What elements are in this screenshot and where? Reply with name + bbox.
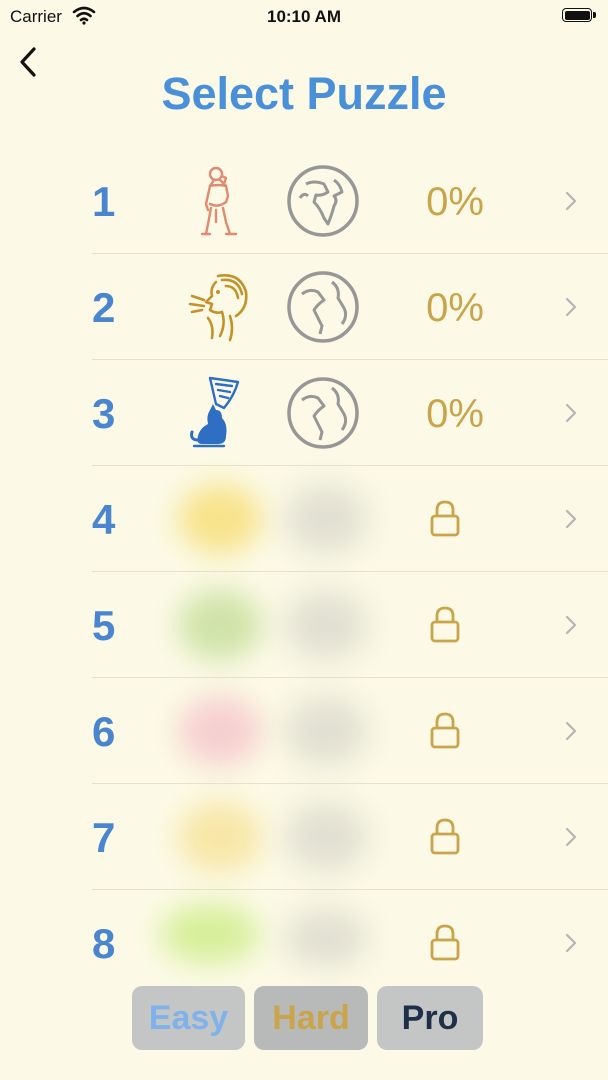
lock-icon [430,500,460,537]
puzzle-number: 6 [92,708,116,755]
blurred-globe-preview [284,908,368,968]
easy-button[interactable]: Easy [132,986,245,1050]
face-sketch-icon [188,274,248,342]
progress-label: 0% [426,392,484,436]
hard-button[interactable]: Hard [254,986,368,1050]
puzzle-number: 4 [92,496,116,543]
blurred-preview [178,484,262,554]
statue-icon [200,166,238,236]
sphinx-cat-icon [190,376,240,448]
blurred-preview [160,904,260,964]
difficulty-selector: Easy Hard Pro [0,986,608,1050]
chevron-right-icon [565,509,577,529]
puzzle-number: 2 [92,284,116,331]
puzzle-row-2[interactable]: 2 0% [0,254,608,360]
puzzle-row-4[interactable]: 4 [0,466,608,572]
page-title: Select Puzzle [161,68,447,119]
blurred-preview [178,696,262,766]
chevron-right-icon [565,721,577,741]
lock-icon [430,924,460,961]
chevron-right-icon [565,191,577,211]
pro-button[interactable]: Pro [377,986,483,1050]
puzzle-row-3[interactable]: 3 0% [0,360,608,466]
blurred-preview [178,802,262,872]
chevron-right-icon [565,933,577,953]
blurred-globe-preview [284,696,368,766]
puzzle-row-5[interactable]: 5 [0,572,608,678]
puzzle-row-7[interactable]: 7 [0,784,608,890]
blurred-globe-preview [284,484,368,554]
progress-label: 0% [426,180,484,224]
battery-icon [562,8,596,22]
globe-icon [287,271,359,343]
globe-icon [287,377,359,449]
blurred-globe-preview [284,802,368,872]
chevron-right-icon [565,403,577,423]
chevron-right-icon [565,615,577,635]
globe-icon [287,165,359,237]
puzzle-row-1[interactable]: 1 0% [0,148,608,254]
lock-icon [430,606,460,643]
puzzle-number: 7 [92,814,116,861]
chevron-right-icon [565,827,577,847]
chevron-right-icon [565,297,577,317]
progress-label: 0% [426,286,484,330]
blurred-preview [178,590,262,660]
status-bar: Carrier 10:10 AM [0,0,608,34]
puzzle-row-8[interactable]: 8 [0,890,608,996]
puzzle-number: 1 [92,178,116,225]
blurred-globe-preview [284,590,368,660]
clock: 10:10 AM [266,7,341,26]
lock-icon [430,818,460,855]
lock-icon [430,712,460,749]
puzzle-number: 8 [92,920,116,967]
puzzle-number: 5 [92,602,116,649]
puzzle-row-6[interactable]: 6 [0,678,608,784]
puzzle-number: 3 [92,390,116,437]
